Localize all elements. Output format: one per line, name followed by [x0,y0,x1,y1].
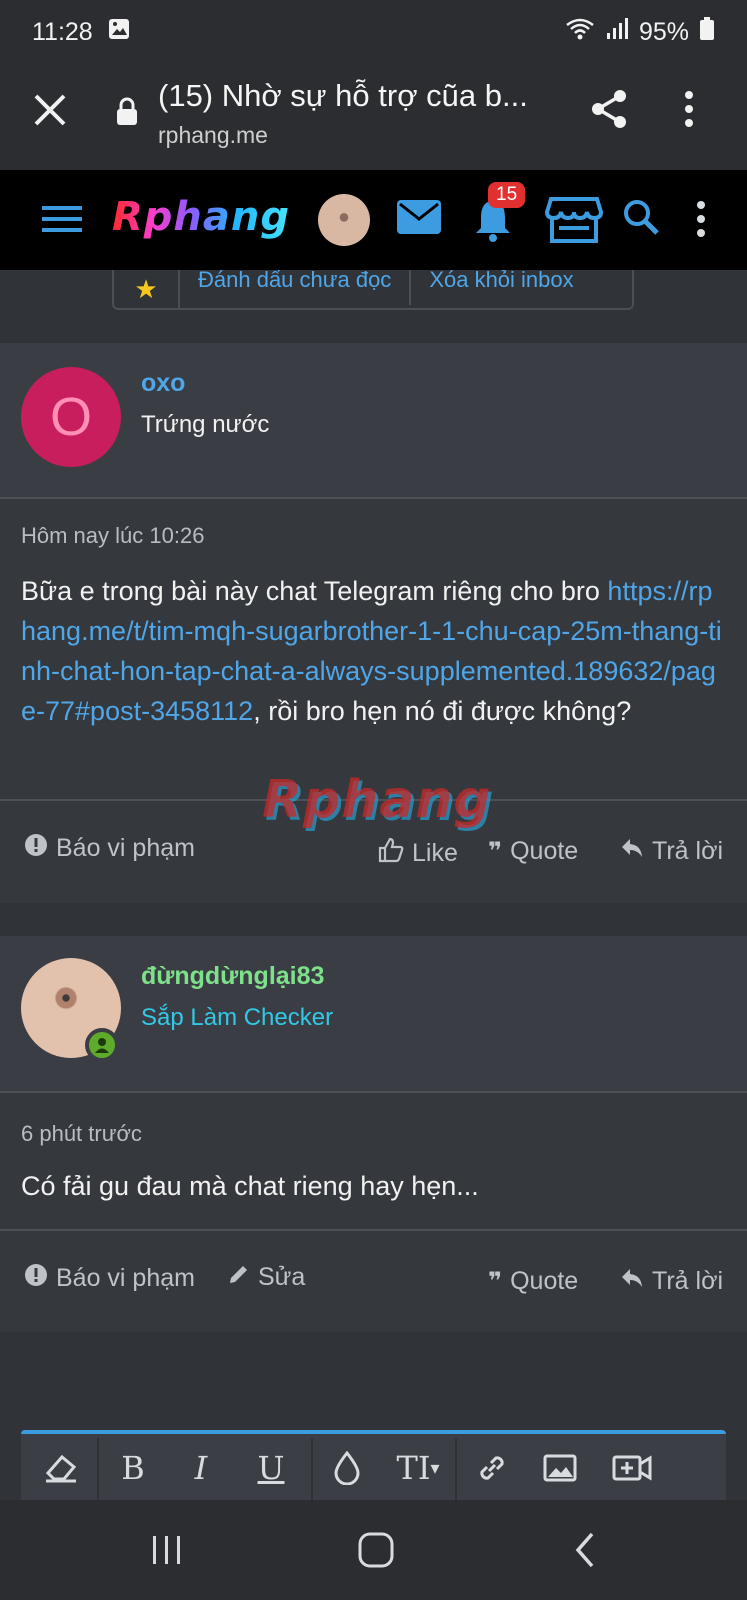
page-title[interactable]: (15) Nhờ sự hỗ trợ cũa b... [158,78,528,114]
post-body: 6 phút trước Có fải gu đau mà chat rieng… [0,1093,747,1332]
post-header: O oxo Trứng nước [0,343,747,499]
user-title: Trứng nước [141,411,270,438]
mark-unread-button[interactable]: Đánh dấu chưa đọc [180,270,412,305]
like-label: Like [412,839,458,867]
site-more-icon[interactable] [695,200,707,243]
underline-icon[interactable]: U [249,1448,293,1488]
font-size-icon[interactable]: TI ▾ [389,1448,447,1488]
edit-label: Sửa [258,1263,306,1291]
conversation-action-strip: ★ Đánh dấu chưa đọc Xóa khỏi inbox [112,270,634,310]
remove-inbox-button[interactable]: Xóa khỏi inbox [411,270,591,305]
recent-apps-icon[interactable] [150,1530,184,1575]
battery-icon [699,16,715,48]
mail-icon[interactable] [397,200,441,239]
post-date[interactable]: Hôm nay lúc 10:26 [21,523,204,549]
eraser-icon[interactable] [37,1448,85,1488]
post-message: Có fải gu đau mà chat rieng hay hẹn... [21,1171,479,1201]
editor-toolbar: B I U TI ▾ [21,1430,726,1500]
reply-icon [620,837,644,866]
browser-toolbar: (15) Nhờ sự hỗ trợ cũa b... rphang.me [0,64,747,170]
avatar[interactable]: O [21,367,121,467]
share-icon[interactable] [590,88,630,135]
toolbar-separator [97,1438,99,1500]
post-header: đừngdừnglại83 Sắp Làm Checker [0,936,747,1093]
link-icon[interactable] [471,1448,513,1488]
message-text: Bữa e trong bài này chat Telegram riêng … [21,576,608,606]
reply-button[interactable]: Trả lời [620,1267,723,1296]
more-menu-icon[interactable] [683,90,695,133]
home-icon[interactable] [356,1530,396,1575]
report-button[interactable]: Báo vi phạm [24,833,195,864]
video-icon[interactable] [609,1448,655,1488]
quote-icon: ❞ [488,838,503,865]
post-message: Bữa e trong bài này chat Telegram riêng … [21,571,725,731]
status-bar: 11:28 95% [0,0,747,64]
quote-label: Quote [510,1267,579,1295]
online-status-icon [85,1028,119,1062]
site-watermark: Rphang [262,770,492,830]
thumbs-up-icon [378,837,404,870]
message-text-end: , rồi bro hẹn nó đi được không? [253,696,632,726]
reply-editor: B I U TI ▾ [0,1408,747,1500]
notification-badge: 15 [488,182,526,208]
reply-button[interactable]: Trả lời [620,837,723,866]
system-nav-bar [0,1500,747,1600]
alert-icon [24,1263,48,1294]
like-button[interactable]: Like [378,837,458,870]
toolbar-separator [455,1438,457,1500]
username[interactable]: oxo [141,369,185,398]
lock-icon[interactable] [115,96,139,131]
search-icon[interactable] [622,198,660,241]
username[interactable]: đừngdừnglại83 [141,962,324,991]
user-avatar[interactable] [318,194,370,246]
star-icon[interactable]: ★ [114,270,180,308]
close-icon[interactable] [30,90,70,130]
italic-icon[interactable]: I [181,1448,221,1488]
wifi-icon [565,17,595,48]
image-icon[interactable] [539,1448,581,1488]
quote-button[interactable]: ❞ Quote [488,1267,578,1296]
gallery-icon [107,17,131,48]
site-logo[interactable]: Rphang [112,194,290,240]
site-navbar: Rphang 15 [0,170,747,270]
edit-button[interactable]: Sửa [228,1263,305,1292]
store-icon[interactable] [544,196,604,249]
reply-icon [620,1267,644,1296]
report-label: Báo vi phạm [56,1264,195,1292]
message-post: đừngdừnglại83 Sắp Làm Checker 6 phút trư… [0,936,747,1332]
post-body: Hôm nay lúc 10:26 Bữa e trong bài này ch… [0,499,747,903]
page-domain[interactable]: rphang.me [158,122,268,149]
back-icon[interactable] [572,1530,598,1575]
report-button[interactable]: Báo vi phạm [24,1263,195,1294]
reply-label: Trả lời [652,1267,724,1295]
quote-icon: ❞ [488,1268,503,1295]
bold-icon[interactable]: B [113,1448,153,1488]
status-time: 11:28 [32,17,93,46]
alert-icon [24,833,48,864]
signal-icon [605,17,629,48]
toolbar-separator [311,1438,313,1500]
report-label: Báo vi phạm [56,834,195,862]
pencil-icon [228,1263,250,1292]
post-actions: Báo vi phạm Sửa ❞ Quote Trả lời [0,1229,747,1332]
post-date[interactable]: 6 phút trước [21,1121,142,1147]
color-drop-icon[interactable] [327,1448,367,1488]
quote-label: Quote [510,837,579,865]
user-title: Sắp Làm Checker [141,1004,334,1031]
reply-label: Trả lời [652,837,724,865]
battery-level: 95% [638,17,689,46]
hamburger-menu-icon[interactable] [42,203,82,240]
quote-button[interactable]: ❞ Quote [488,837,578,866]
